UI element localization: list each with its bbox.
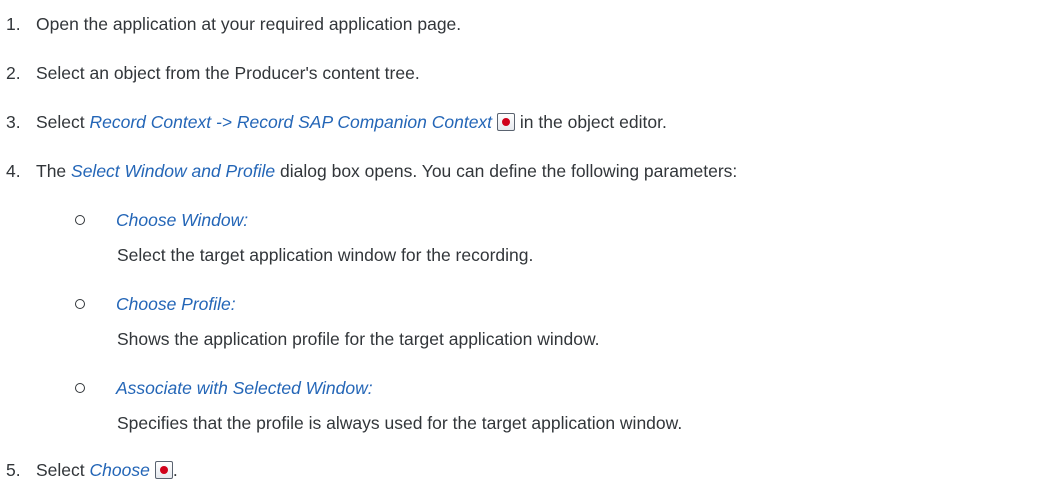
step-text-post: .: [172, 460, 178, 480]
step-number: 1.: [6, 14, 21, 34]
step-2: 2. Select an object from the Producer's …: [0, 61, 420, 85]
record-icon: [497, 113, 516, 131]
parameter-description: Shows the application profile for the ta…: [117, 329, 600, 349]
parameter-choose-profile: Choose Profile:: [75, 292, 236, 316]
step-text: Open the application at your required ap…: [36, 14, 462, 34]
step-number: 2.: [6, 63, 21, 83]
parameter-term: Choose Profile:: [116, 294, 236, 314]
step-4: 4. The Select Window and Profile dialog …: [0, 159, 737, 183]
step-text-post: dialog box opens. You can define the fol…: [275, 161, 738, 181]
parameter-choose-window: Choose Window:: [75, 208, 248, 232]
bullet-icon: [75, 383, 85, 393]
step-text: Select an object from the Producer's con…: [36, 63, 420, 83]
parameter-term: Associate with Selected Window:: [116, 378, 373, 398]
step-text-pre: The: [36, 161, 72, 181]
step-number: 5.: [6, 460, 21, 480]
step-number: 4.: [6, 161, 21, 181]
bullet-icon: [75, 215, 85, 225]
step-3: 3. Select Record Context -> Record SAP C…: [0, 110, 667, 134]
parameter-description: Specifies that the profile is always use…: [117, 413, 683, 433]
parameter-description: Select the target application window for…: [117, 245, 534, 265]
menu-path-link[interactable]: Record Context -> Record SAP Companion C…: [90, 110, 493, 134]
instructions-document: 1. Open the application at your required…: [0, 0, 1048, 491]
step-text-pre: Select: [36, 112, 90, 132]
step-text-pre: Select: [36, 460, 90, 480]
step-text-post: in the object editor.: [515, 112, 667, 132]
step-1: 1. Open the application at your required…: [0, 12, 461, 36]
record-icon: [154, 461, 173, 479]
choose-link[interactable]: Choose: [90, 458, 150, 482]
parameter-associate-window: Associate with Selected Window:: [75, 376, 373, 400]
dialog-name-link[interactable]: Select Window and Profile: [71, 159, 275, 183]
step-number: 3.: [6, 112, 21, 132]
parameter-term: Choose Window:: [116, 210, 249, 230]
bullet-icon: [75, 299, 85, 309]
step-5: 5. Select Choose .: [0, 458, 178, 482]
